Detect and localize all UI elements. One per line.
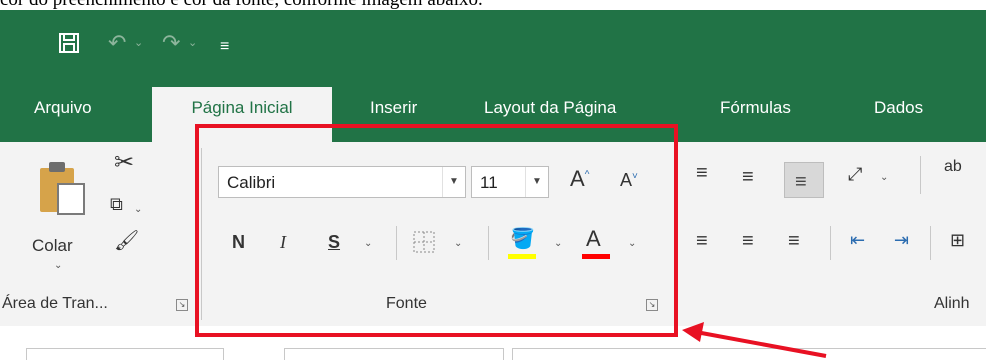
borders-icon[interactable]	[412, 230, 436, 254]
bold-button[interactable]: N	[232, 232, 245, 253]
alignment-group-label: Alinh	[934, 295, 970, 312]
merge-center-icon[interactable]: ⊞	[950, 230, 965, 251]
tab-arquivo[interactable]: Arquivo	[34, 94, 92, 122]
increase-indent-icon[interactable]: ⇥	[894, 230, 909, 251]
cut-icon[interactable]: ✂	[114, 148, 134, 177]
font-color-letter-icon: A	[586, 226, 601, 251]
document-text: cor do preenchimento e cor da fonte, con…	[0, 0, 483, 10]
underline-button[interactable]: S	[328, 232, 340, 253]
align-top-icon[interactable]: ≡	[696, 162, 708, 185]
annotation-arrow	[682, 322, 827, 358]
undo-icon[interactable]: ↶	[108, 32, 126, 54]
toolbar-separator	[488, 226, 489, 260]
copy-icon[interactable]: ⧉	[110, 194, 123, 215]
decrease-indent-icon[interactable]: ⇤	[850, 230, 865, 251]
align-right-icon[interactable]: ≡	[788, 230, 800, 253]
italic-button[interactable]: I	[280, 232, 286, 253]
fill-color-dropdown-icon[interactable]: ⌄	[554, 238, 562, 249]
redo-icon[interactable]: ↷	[162, 32, 180, 54]
align-middle-icon[interactable]: ≡	[742, 166, 754, 189]
align-left-icon[interactable]: ≡	[696, 230, 708, 253]
increase-font-size-icon[interactable]: A^	[570, 166, 589, 192]
paste-button[interactable]: Colar ⌄	[30, 152, 92, 282]
tab-inserir[interactable]: Inserir	[370, 94, 417, 122]
tab-dados[interactable]: Dados	[874, 94, 923, 122]
paste-label: Colar	[32, 236, 73, 255]
decrease-font-size-icon[interactable]: A˅	[620, 170, 638, 191]
font-color-button[interactable]: A	[580, 226, 612, 262]
font-name-dropdown-icon[interactable]: ▼	[442, 167, 465, 197]
paste-dropdown-icon[interactable]: ⌄	[54, 260, 62, 271]
font-color-swatch	[582, 254, 610, 259]
customize-qat-icon[interactable]: ≡	[220, 36, 229, 58]
tab-pagina-inicial[interactable]: Página Inicial	[152, 87, 332, 143]
formula-buttons	[284, 348, 504, 360]
fill-color-button[interactable]: 🪣	[506, 226, 538, 262]
align-center-icon[interactable]: ≡	[742, 230, 754, 253]
copy-dropdown-icon[interactable]: ⌄	[134, 204, 142, 215]
font-color-dropdown-icon[interactable]: ⌄	[628, 238, 636, 249]
align-bottom-icon: ≡	[795, 171, 807, 193]
font-size-value: 11	[480, 173, 498, 192]
paint-bucket-icon: 🪣	[510, 228, 535, 250]
redo-dropdown-icon[interactable]: ⌄	[188, 36, 197, 49]
font-size-dropdown-icon[interactable]: ▼	[525, 167, 548, 197]
font-name-value: Calibri	[227, 173, 276, 192]
ribbon: Colar ⌄ ✂ ⧉ ⌄ 🖌 Área de Tran... ↘ Calibr…	[0, 142, 986, 327]
underline-dropdown-icon[interactable]: ⌄	[364, 238, 372, 249]
paste-icon	[40, 162, 85, 215]
toolbar-separator	[930, 226, 931, 260]
orientation-dropdown-icon[interactable]: ⌄	[880, 172, 888, 183]
clipboard-group-label: Área de Tran...	[2, 295, 108, 312]
name-box[interactable]	[26, 348, 224, 360]
save-icon[interactable]	[58, 32, 80, 58]
borders-dropdown-icon[interactable]: ⌄	[454, 238, 462, 249]
wrap-text-icon[interactable]: ab	[944, 158, 962, 176]
toolbar-separator	[920, 156, 921, 194]
font-group-label: Fonte	[386, 295, 427, 312]
font-name-combobox[interactable]: Calibri ▼	[218, 166, 466, 198]
tab-formulas[interactable]: Fórmulas	[720, 94, 791, 122]
format-painter-icon[interactable]: 🖌	[114, 228, 139, 253]
toolbar-separator	[396, 226, 397, 260]
group-separator	[201, 148, 202, 320]
orientation-icon[interactable]: ⤢	[848, 164, 862, 185]
font-size-combobox[interactable]: 11 ▼	[471, 166, 549, 198]
tab-layout-da-pagina[interactable]: Layout da Página	[484, 94, 616, 122]
clipboard-launcher-icon[interactable]: ↘	[176, 299, 188, 311]
align-bottom-button[interactable]: ≡	[784, 162, 824, 198]
quick-access-toolbar: ↶ ⌄ ↷ ⌄ ≡	[0, 10, 400, 76]
undo-dropdown-icon[interactable]: ⌄	[134, 36, 143, 49]
toolbar-separator	[830, 226, 831, 260]
group-separator	[676, 148, 677, 320]
font-launcher-icon[interactable]: ↘	[646, 299, 658, 311]
fill-color-swatch	[508, 254, 536, 259]
